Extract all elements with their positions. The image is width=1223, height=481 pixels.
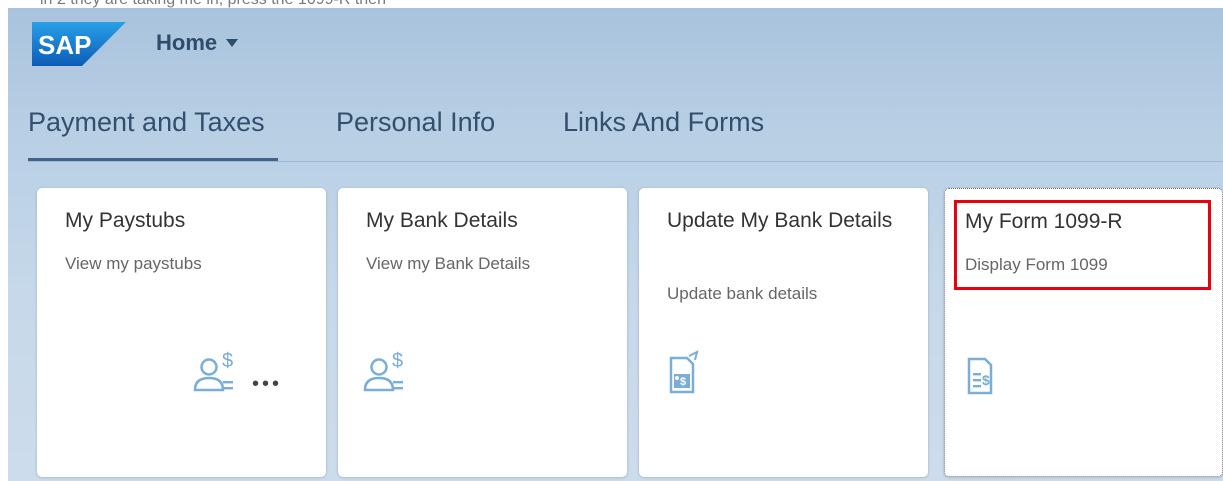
tab-payment-and-taxes[interactable]: Payment and Taxes — [28, 104, 265, 160]
tile-my-bank-details[interactable]: My Bank Details View my Bank Details $ — [338, 188, 627, 477]
tile-my-paystubs[interactable]: My Paystubs View my paystubs $ ••• — [37, 188, 326, 477]
sap-logo[interactable]: SAP — [32, 22, 126, 66]
tab-links-and-forms[interactable]: Links And Forms — [563, 104, 764, 160]
tile-subtitle: View my Bank Details — [366, 254, 531, 273]
person-dollar-icon: $ — [363, 350, 403, 392]
tile-my-form-1099-r[interactable]: My Form 1099-R Display Form 1099 $ — [944, 188, 1223, 477]
shell-header: SAP Home — [8, 8, 1223, 82]
sap-logo-text: SAP — [38, 30, 91, 60]
person-dollar-icon: $ — [193, 350, 233, 392]
tile-title: Update My Bank Details — [667, 209, 893, 232]
tile-title: My Form 1099-R — [965, 210, 1123, 233]
tile-update-my-bank-details[interactable]: Update My Bank Details Update bank detai… — [639, 188, 928, 477]
form-dollar-icon: $ — [967, 357, 993, 395]
home-label: Home — [156, 30, 218, 55]
fiori-launchpad: SAP Home Payment and Taxes Personal Info… — [8, 8, 1223, 481]
more-options-icon[interactable]: ••• — [252, 374, 282, 394]
svg-text:$: $ — [982, 372, 990, 388]
tabs-divider — [28, 161, 1223, 162]
tile-title: My Paystubs — [65, 209, 186, 232]
svg-text:$: $ — [392, 350, 403, 372]
home-menu-button[interactable]: Home — [156, 30, 239, 56]
caret-down-icon — [226, 39, 239, 47]
tile-title: My Bank Details — [366, 209, 518, 232]
bank-document-update-icon: $ — [669, 350, 699, 394]
tab-personal-info[interactable]: Personal Info — [336, 104, 495, 160]
tab-bar: Payment and Taxes Personal Info Links An… — [28, 104, 1223, 170]
tile-subtitle: Update bank details — [667, 284, 818, 303]
svg-text:$: $ — [680, 376, 686, 388]
tile-subtitle: Display Form 1099 — [965, 255, 1108, 274]
tile-subtitle: View my paystubs — [65, 254, 202, 273]
svg-text:$: $ — [222, 350, 233, 372]
